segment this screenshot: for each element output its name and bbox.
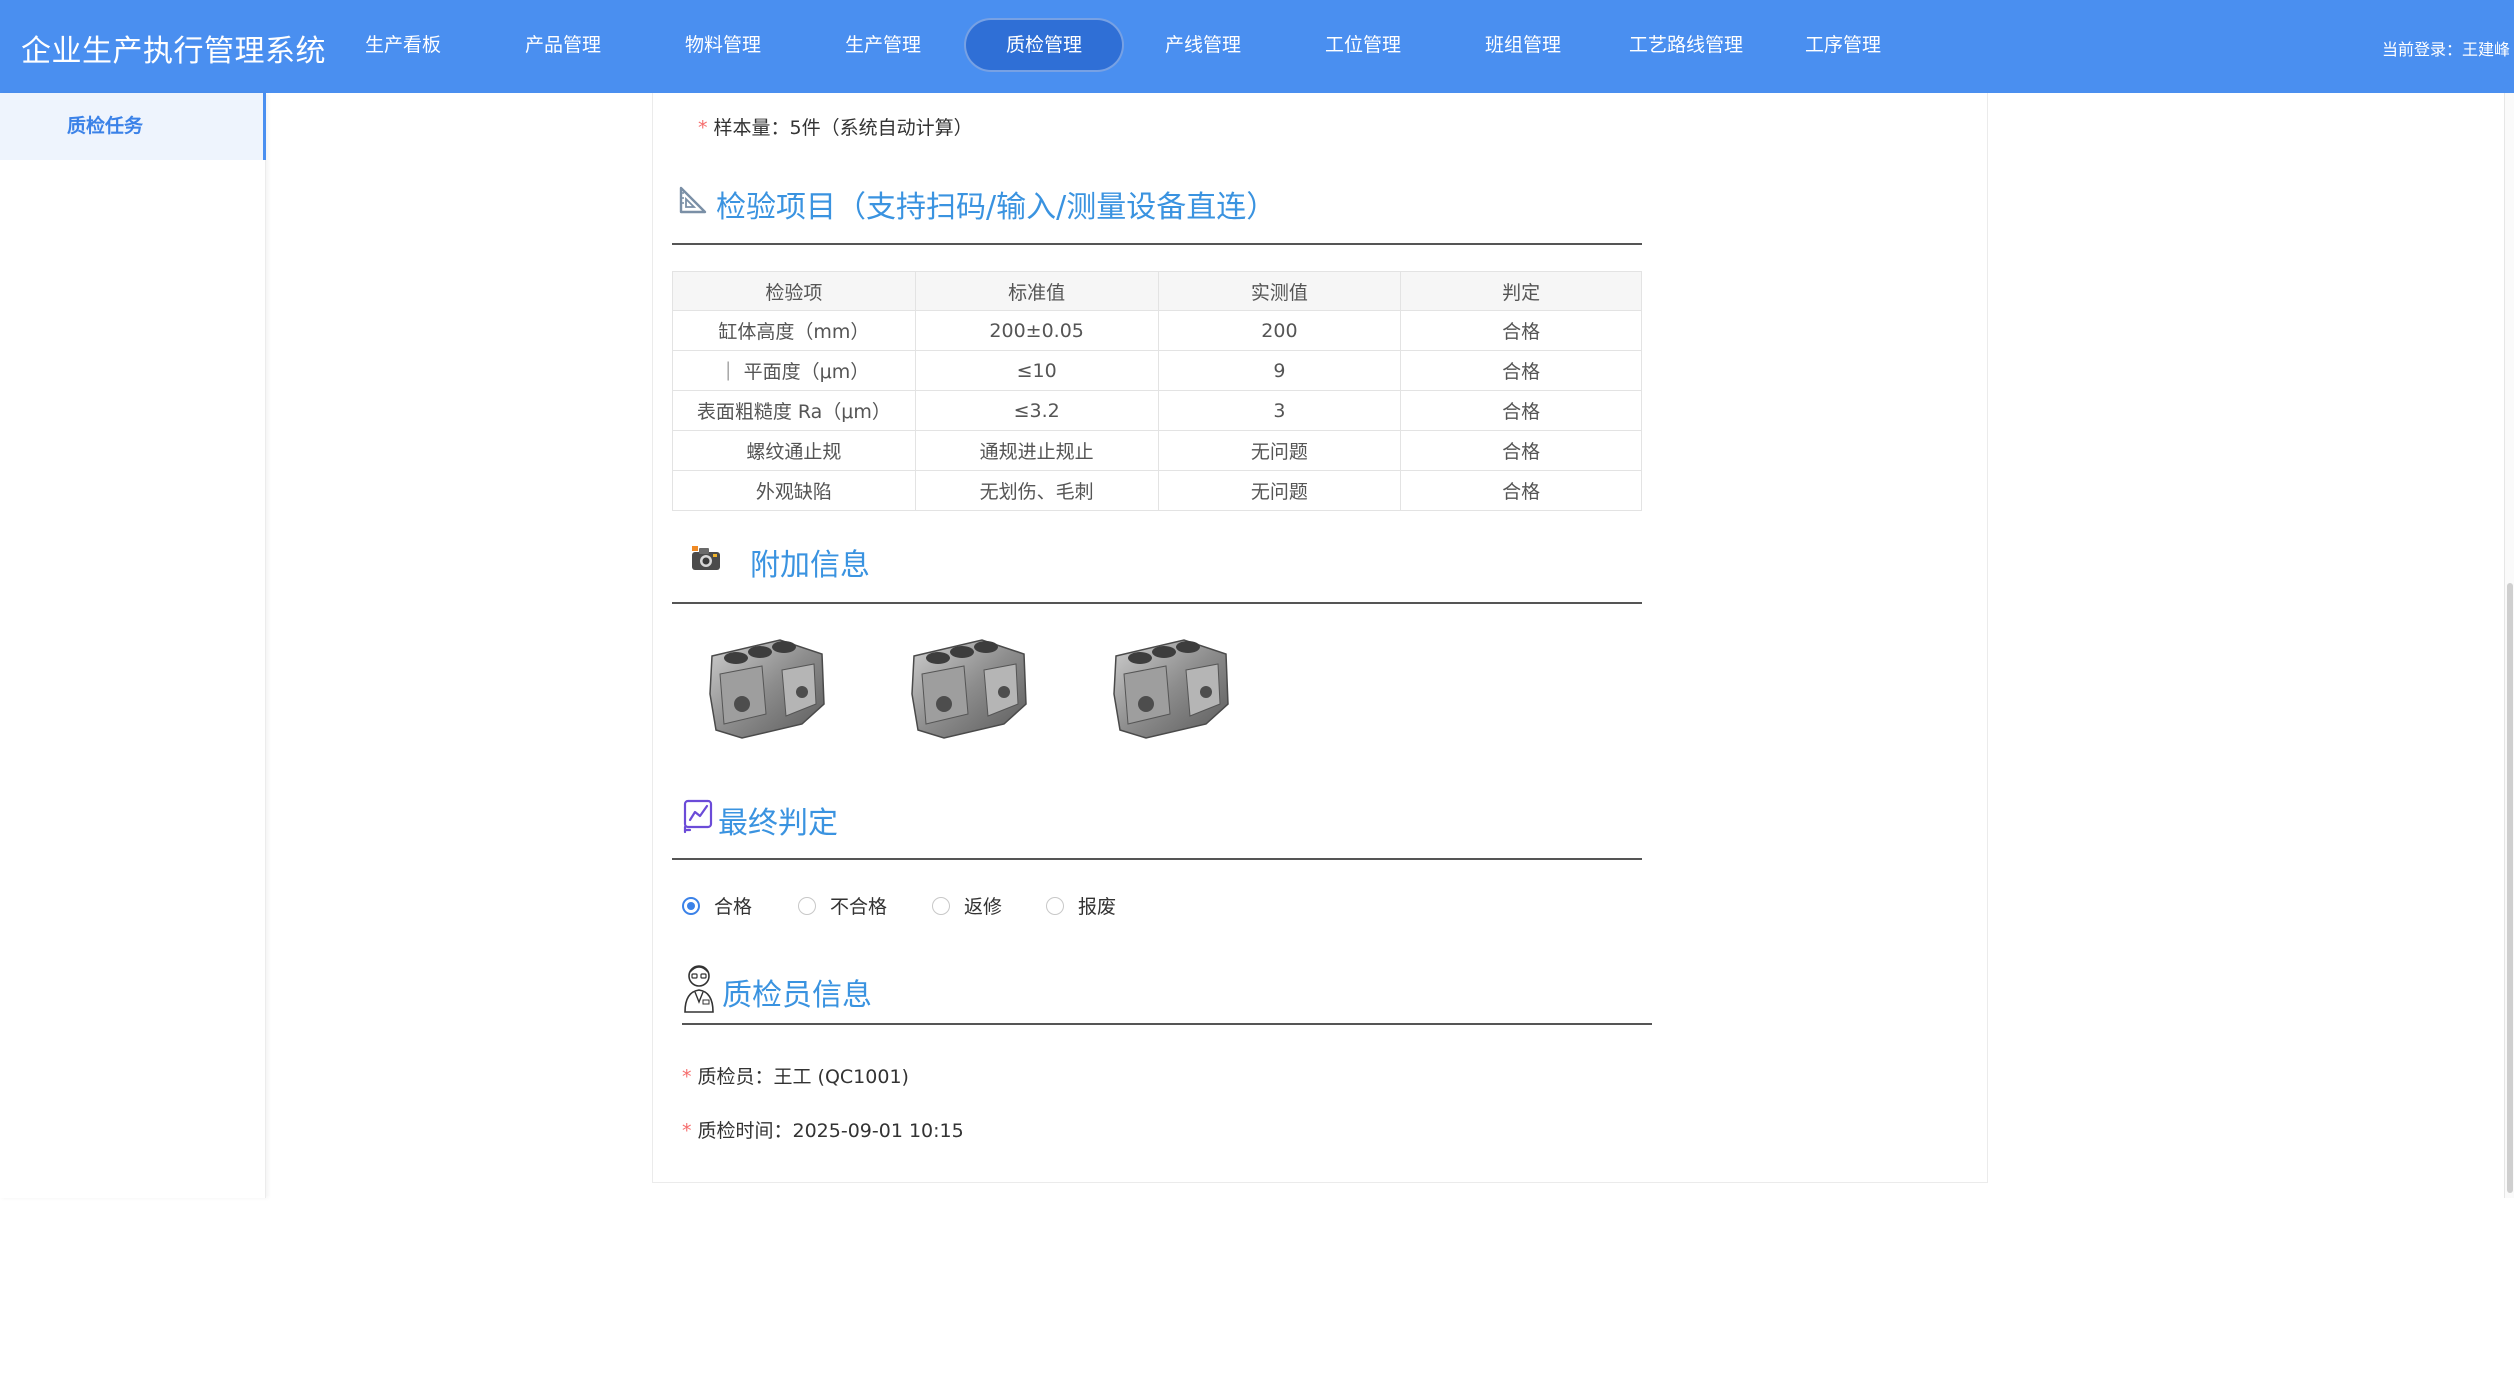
table-row: 外观缺陷 无划伤、毛刺 无问题 合格 [672,470,1642,511]
nav-item-quality[interactable]: 质检管理 [964,18,1124,72]
table-row: 缸体高度（mm） 200±0.05 200 合格 [672,310,1642,351]
column-header-item: 检验项 [672,271,916,311]
triangle-ruler-icon [678,185,708,223]
nav-item-lines[interactable]: 产线管理 [1130,18,1276,72]
nav-item-dashboard[interactable]: 生产看板 [330,18,476,72]
engine-block-image[interactable] [1106,634,1234,744]
section-divider [672,602,1642,604]
table-cell: ≤10 [914,350,1159,391]
radio-circle[interactable] [682,896,700,915]
table-cell[interactable]: 9 [1157,350,1402,391]
camera-icon [690,544,722,580]
required-mark: * [682,1120,692,1142]
table-cell[interactable]: 200 [1157,310,1402,351]
table-cell[interactable]: 无问题 [1157,470,1402,511]
sample-size-field: * 样本量：5件（系统自动计算） [698,113,973,140]
inspector-name-field: * 质检员：王工 (QC1001) [682,1062,909,1089]
inspector-title-text: 质检员信息 [722,978,872,1013]
table-cell: 外观缺陷 [672,470,916,511]
attachments-title: 附加信息 [690,540,870,584]
trend-chart-icon [682,798,714,842]
nav-item-stations[interactable]: 工位管理 [1290,18,1436,72]
radio-rework[interactable]: 返修 [932,892,1002,919]
inspection-items-title-text: 检验项目（支持扫码/输入/测量设备直连） [716,190,1277,225]
current-user: 当前登录：王建峰 [2381,40,2510,59]
inspector-avatar-icon [682,962,716,1022]
final-judgement-title: 最终判定 [682,798,838,842]
table-cell: 无划伤、毛刺 [914,470,1159,511]
table-cell: 合格 [1400,350,1642,391]
page-scrollbar[interactable] [2504,93,2514,1198]
sidebar-item-quality-tasks[interactable]: 质检任务 [0,93,266,160]
table-header-row: 检验项 标准值 实测值 判定 [672,271,1642,311]
app-title: 企业生产执行管理系统 [21,34,326,69]
nav-item-routes[interactable]: 工艺路线管理 [1606,18,1766,72]
section-divider [672,858,1642,860]
radio-label: 返修 [964,896,1003,918]
inspection-items-title: 检验项目（支持扫码/输入/测量设备直连） [678,182,1276,226]
required-mark: * [682,1066,692,1088]
radio-circle[interactable] [1046,896,1064,915]
nav-item-production[interactable]: 生产管理 [810,18,956,72]
inspection-time-text: 质检时间：2025-09-01 10:15 [697,1120,964,1142]
engine-block-image[interactable] [702,634,830,744]
table-cell: 合格 [1400,470,1642,511]
inspector-title: 质检员信息 [682,962,872,1022]
section-divider [672,243,1642,245]
nav-item-products[interactable]: 产品管理 [490,18,636,72]
radio-label: 不合格 [830,896,888,918]
column-header-standard: 标准值 [914,271,1159,311]
column-header-measured: 实测值 [1157,271,1402,311]
table-cell: 合格 [1400,430,1642,471]
inspector-name-text: 质检员：王工 (QC1001) [697,1066,909,1088]
radio-label: 合格 [714,896,753,918]
table-cell: 螺纹通止规 [672,430,916,471]
table-cell: ｜ 平面度（μm） [672,350,916,391]
nav-item-processes[interactable]: 工序管理 [1770,18,1916,72]
table-cell[interactable]: 无问题 [1157,430,1402,471]
scrollbar-thumb[interactable] [2507,583,2513,1193]
table-row: ｜ 平面度（μm） ≤10 9 合格 [672,350,1642,391]
table-cell: 缸体高度（mm） [672,310,916,351]
nav-item-materials[interactable]: 物料管理 [650,18,796,72]
table-cell: 200±0.05 [914,310,1159,351]
final-judgement-title-text: 最终判定 [718,806,838,841]
radio-pass[interactable]: 合格 [682,892,752,919]
radio-scrap[interactable]: 报废 [1046,892,1116,919]
table-cell: 合格 [1400,390,1642,431]
sidebar: 质检任务 [0,93,266,1198]
table-row: 表面粗糙度 Ra（μm） ≤3.2 3 合格 [672,390,1642,431]
table-cell[interactable]: 3 [1157,390,1402,431]
radio-circle[interactable] [798,896,816,915]
inspection-time-field: * 质检时间：2025-09-01 10:15 [682,1116,964,1143]
table-cell: 通规进止规止 [914,430,1159,471]
engine-block-image[interactable] [904,634,1032,744]
inspection-table: 检验项 标准值 实测值 判定 缸体高度（mm） 200±0.05 200 合格 … [672,271,1642,511]
radio-circle[interactable] [932,896,950,915]
table-cell: 表面粗糙度 Ra（μm） [672,390,916,431]
top-header: 企业生产执行管理系统 生产看板 产品管理 物料管理 生产管理 质检管理 产线管理… [0,0,2514,93]
nav-item-teams[interactable]: 班组管理 [1450,18,1596,72]
table-cell: ≤3.2 [914,390,1159,431]
sample-size-text: 样本量：5件（系统自动计算） [713,117,973,139]
table-row: 螺纹通止规 通规进止规止 无问题 合格 [672,430,1642,471]
required-mark: * [698,117,708,139]
radio-fail[interactable]: 不合格 [798,892,887,919]
radio-label: 报废 [1078,896,1117,918]
column-header-result: 判定 [1400,271,1642,311]
table-cell: 合格 [1400,310,1642,351]
attachments-title-text: 附加信息 [750,548,870,583]
section-divider [682,1023,1652,1025]
